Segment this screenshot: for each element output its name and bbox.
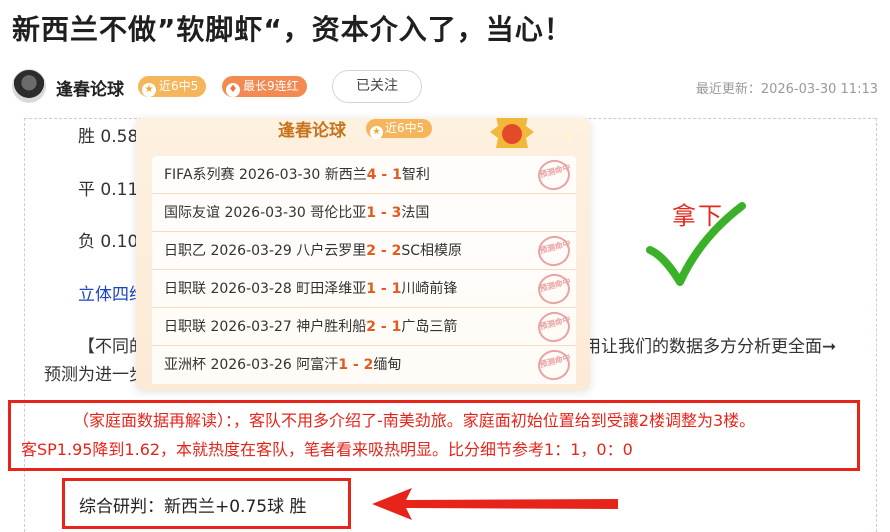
divider	[876, 118, 877, 532]
score-sep: -	[376, 319, 392, 335]
match-row[interactable]: 亚洲杯 2026-03-26 阿富汗1 - 2缅甸 预测命中	[152, 346, 576, 384]
score-away: 1	[392, 167, 402, 183]
away-team: 智利	[401, 167, 430, 183]
badge-win-streak: ♦ 最长9连红	[222, 76, 307, 97]
score-away: 3	[391, 205, 402, 221]
odds-lose: 负 0.10	[78, 232, 139, 252]
arrow-left-icon	[372, 488, 618, 520]
analysis-line: 客SP1.95降到1.62，本就热度在客队，笔者看来吸热明显。比分细节参考1：1…	[21, 440, 633, 459]
away-team: 川崎前锋	[401, 281, 458, 297]
verdict-highlight-box: 综合研判：新西兰+0.75球 胜	[62, 478, 351, 529]
score-away: 1	[391, 281, 402, 297]
score-home: 1	[366, 205, 377, 221]
match-row[interactable]: FIFA系列赛 2026-03-30 新西兰4 - 1智利 预测命中	[152, 156, 576, 194]
analysis-text: （家庭面数据再解读）：，客队不用多介绍了-南美劲旅。家庭面初始位置给到受讓2楼调…	[21, 406, 853, 464]
match-info: 日职联 2026-03-27 神户胜利船	[164, 319, 367, 335]
score-away: 1	[391, 319, 402, 335]
away-team: 法国	[401, 205, 430, 221]
odds-win: 胜 0.58	[78, 127, 139, 147]
analysis-highlight-box: （家庭面数据再解读）：，客队不用多介绍了-南美劲旅。家庭面初始位置给到受讓2楼调…	[8, 400, 860, 471]
away-team: 缅甸	[373, 357, 402, 373]
match-info: FIFA系列赛 2026-03-30 新西兰	[164, 167, 367, 183]
score-home: 2	[366, 319, 377, 335]
match-row[interactable]: 日职乙 2026-03-29 八户云罗里2 - 2SC相模原 预测命中	[152, 232, 576, 270]
follow-button[interactable]: 已关注	[332, 70, 422, 103]
card-badge: ★ 近6中5	[366, 119, 433, 139]
score-home: 4	[366, 167, 377, 183]
score-sep: -	[348, 357, 364, 373]
score-sep: -	[376, 281, 392, 297]
match-history-list: FIFA系列赛 2026-03-30 新西兰4 - 1智利 预测命中 国际友谊 2…	[152, 156, 576, 384]
article-title: 新西兰不做”软脚虾“，资本介入了，当心！	[12, 13, 573, 46]
match-row[interactable]: 日职联 2026-03-28 町田泽维亚1 - 1川崎前锋 预测命中	[152, 270, 576, 308]
score-sep: -	[376, 167, 393, 183]
paragraph-next: 预测为进一步	[44, 365, 146, 385]
flame-icon: ♦	[226, 83, 240, 97]
author-bar: 逢春论球 ★ 近6中5 ♦ 最长9连红 已关注 最近更新：2026-03-30 11…	[12, 66, 890, 106]
hit-stamp-icon: 预测命中	[534, 346, 574, 384]
analysis-line: （家庭面数据再解读）：，客队不用多介绍了-南美劲旅。家庭面初始位置给到受讓2楼调…	[73, 411, 756, 430]
card-badge-label: 近6中5	[385, 121, 425, 135]
medal-icon	[490, 118, 534, 148]
score-away: 2	[363, 357, 374, 373]
hit-stamp-icon: 预测命中	[534, 308, 574, 346]
author-name[interactable]: 逢春论球	[56, 75, 124, 100]
sparkle-icon: ✦	[562, 128, 576, 147]
score-home: 1	[338, 357, 349, 373]
last-updated: 最近更新：2026-03-30 11:13	[695, 82, 878, 97]
match-info: 日职乙 2026-03-29 八户云罗里	[164, 243, 367, 259]
avatar[interactable]	[12, 69, 46, 103]
star-icon: ★	[370, 126, 383, 139]
odds-draw: 平 0.11	[78, 180, 139, 200]
match-info: 亚洲杯 2026-03-26 阿富汗	[164, 357, 339, 373]
star-icon: ★	[142, 83, 156, 97]
hit-stamp-icon: 预测命中	[534, 232, 574, 270]
author-record-popup: 逢春论球 ★ 近6中5 ✦ FIFA系列赛 2026-03-30 新西兰4 - 1…	[136, 118, 590, 390]
match-row[interactable]: 国际友谊 2026-03-30 哥伦比亚1 - 3法国	[152, 194, 576, 232]
badge-recent-record: ★ 近6中5	[138, 76, 207, 97]
match-info: 日职联 2026-03-28 町田泽维亚	[164, 281, 367, 297]
score-home: 1	[366, 281, 377, 297]
checkmark-icon	[646, 202, 746, 286]
verdict-text: 综合研判：新西兰+0.75球 胜	[79, 497, 307, 517]
paragraph-tail: 用让我们的数据多方分析更全面➞	[584, 337, 837, 357]
score-sep: -	[376, 205, 392, 221]
away-team: SC相模原	[401, 243, 462, 259]
score-sep: -	[376, 243, 392, 259]
badge-recent-label: 近6中5	[159, 79, 199, 93]
badge-streak-label: 最长9连红	[243, 79, 299, 93]
score-away: 2	[391, 243, 402, 259]
match-row[interactable]: 日职联 2026-03-27 神户胜利船2 - 1广岛三箭 预测命中	[152, 308, 576, 346]
hit-stamp-icon: 预测命中	[534, 156, 574, 194]
away-team: 广岛三箭	[401, 319, 458, 335]
hit-stamp-icon: 预测命中	[534, 270, 574, 308]
card-title: 逢春论球	[278, 121, 346, 141]
match-info: 国际友谊 2026-03-30 哥伦比亚	[164, 205, 367, 221]
score-home: 2	[366, 243, 377, 259]
